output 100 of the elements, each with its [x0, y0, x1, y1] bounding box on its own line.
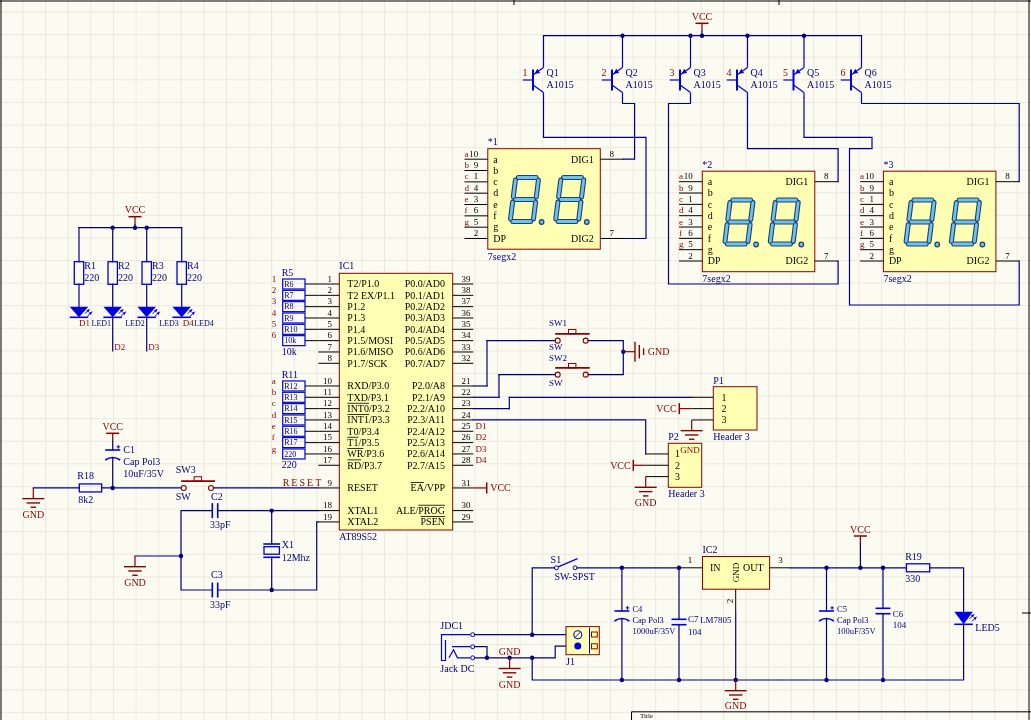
- pin-line: [452, 430, 474, 432]
- part-label: Jack DC: [440, 663, 475, 675]
- designator-label: C5: [837, 603, 847, 614]
- pin-line: [678, 226, 703, 228]
- net-label: e: [860, 216, 865, 227]
- resistor-symbol: [905, 563, 931, 573]
- designator-label: C2: [211, 491, 223, 502]
- pin-number: 16: [323, 443, 332, 454]
- pin-number: 5: [473, 216, 479, 227]
- part-label: Cap Pol3: [837, 614, 869, 625]
- pin-line: [317, 487, 340, 489]
- net-label: 6: [271, 330, 277, 341]
- pin-number: 31: [461, 477, 471, 488]
- decimal-point-icon: [798, 241, 805, 248]
- pin-name: f: [707, 232, 712, 244]
- pin-name: P0.1/AD1: [404, 289, 445, 301]
- pin-number: 33: [461, 341, 471, 352]
- pin-number: 38: [461, 284, 471, 295]
- push-button-symbol: [554, 362, 591, 378]
- ground-symbol: [724, 679, 748, 700]
- pin-number: 2: [688, 250, 693, 261]
- power-port-symbol: [472, 481, 488, 495]
- polarized-capacitor-symbol: [104, 444, 121, 461]
- pin-line: [452, 396, 474, 398]
- pin-name: T2 EX/P1.1: [347, 289, 396, 301]
- net-label: d: [464, 182, 469, 193]
- pin-line: [452, 306, 474, 308]
- junction-dot-icon: [745, 33, 750, 38]
- pin-line: [452, 283, 474, 285]
- designator-label: R1: [84, 260, 96, 271]
- connector-body: [712, 386, 758, 431]
- value-label: 220: [84, 271, 100, 283]
- pin-name: RESET: [347, 482, 378, 494]
- wire: [146, 283, 148, 308]
- net-label: 1: [271, 273, 277, 284]
- part-label: Header 3: [713, 430, 750, 442]
- net-label: 2: [601, 67, 607, 79]
- pin-line: [678, 215, 703, 217]
- pin-number: 36: [461, 307, 471, 318]
- net-label: c: [679, 193, 683, 204]
- net-label: D4: [182, 318, 194, 329]
- resistor-label: R15: [284, 415, 298, 425]
- designator-label: P1: [713, 374, 724, 386]
- pin-name: OUT: [743, 562, 764, 574]
- power-port-label: VCC: [102, 420, 123, 432]
- pin-number: 3: [869, 216, 874, 227]
- net-label: 4: [271, 307, 277, 318]
- terminal-block-symbol: [565, 626, 600, 656]
- pin-number: 8: [1005, 171, 1010, 182]
- pin-number: 23: [461, 398, 471, 409]
- junction-dot-icon: [801, 33, 807, 38]
- pin-number: 10: [864, 171, 874, 182]
- pin-name: DP: [707, 255, 721, 267]
- pin-line: [678, 260, 703, 262]
- designator-label: IC2: [702, 543, 718, 555]
- designator-label: LED5: [975, 621, 1000, 633]
- pin-number: 34: [461, 330, 471, 341]
- decimal-point-icon: [583, 219, 590, 225]
- resistor-symbol: [282, 391, 306, 403]
- net-label: c: [271, 398, 276, 409]
- net-label: f: [679, 227, 682, 238]
- junction-dot-icon: [484, 655, 490, 660]
- pin-number: 6: [327, 330, 332, 341]
- designator-label: C3: [211, 569, 223, 581]
- pin-number: 2: [473, 228, 479, 239]
- junction-dot-icon: [858, 565, 863, 570]
- power-port-label: VCC: [490, 482, 511, 494]
- value-label: 220: [118, 271, 133, 283]
- ground-symbol: [622, 341, 645, 363]
- pin-line: [452, 328, 474, 330]
- pin-line: [452, 487, 474, 489]
- pin-name: RD/P3.7: [347, 459, 383, 471]
- seven-segment-digit-drawing: [948, 197, 982, 247]
- junction-dot-icon: [507, 655, 512, 660]
- pin-number: 35: [461, 318, 471, 329]
- designator-label: C6: [892, 608, 904, 619]
- pin-number: 6: [869, 227, 874, 238]
- pin-line: [452, 408, 474, 410]
- junction-dot-icon: [676, 565, 682, 570]
- power-port-label: VCC: [691, 10, 713, 22]
- designator-label: SW1: [549, 318, 567, 328]
- pin-number: 1: [721, 391, 727, 403]
- resistor-label: R12: [284, 381, 298, 391]
- net-label: RESET: [282, 476, 324, 488]
- designator-label: Q1: [546, 67, 559, 79]
- pin-name: P0.5/AD5: [404, 334, 445, 346]
- pin-number: 4: [327, 307, 332, 318]
- value-label: 104: [688, 626, 702, 637]
- pin-line: [452, 294, 474, 296]
- pin-name: DIG2: [966, 255, 990, 267]
- pin-name: P2.3/A11: [407, 414, 445, 426]
- junction-dot-icon: [110, 485, 115, 491]
- junction-dot-icon: [530, 655, 535, 660]
- pin-name: EA/VPP: [410, 482, 445, 494]
- pin-line: [452, 453, 474, 455]
- power-port-symbol: [127, 215, 143, 226]
- net-label: 3: [669, 67, 675, 79]
- pin-number: 10: [323, 375, 332, 386]
- pin-number: 9: [869, 182, 874, 193]
- pin-name: d: [888, 210, 894, 221]
